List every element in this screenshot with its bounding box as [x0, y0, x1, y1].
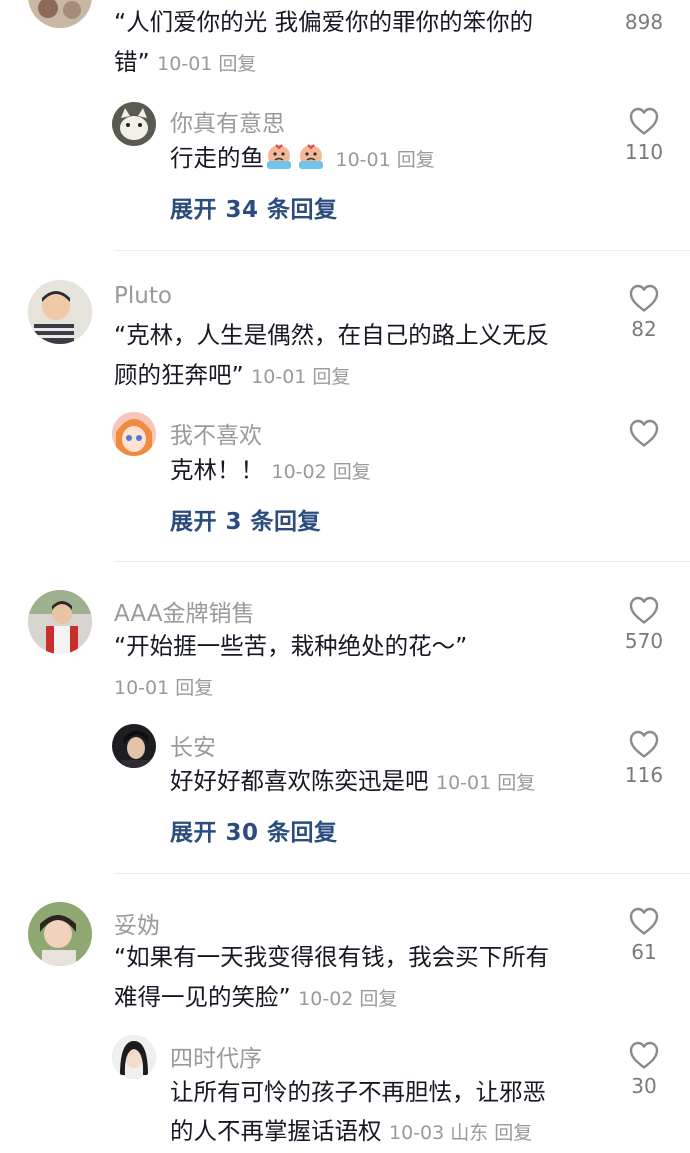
comment-line: “克林，人生是偶然，在自己的路上义无反	[114, 321, 550, 349]
avatar[interactable]	[112, 102, 156, 146]
heart-icon	[628, 906, 660, 936]
comment-meta: 10-01 回复	[157, 53, 256, 75]
reply-date: 10-03	[388, 1122, 445, 1144]
comment-meta: 10-01 回复	[114, 677, 213, 699]
avatar[interactable]	[28, 280, 92, 344]
comment-meta-line: 10-01 回复	[114, 666, 213, 708]
reply-button[interactable]: 回复	[312, 366, 350, 388]
reply-button[interactable]: 回复	[333, 461, 371, 483]
comment-line: “人们爱你的光 我偏爱你的罪你的笨你的	[114, 8, 534, 36]
username[interactable]: Pluto	[114, 283, 172, 309]
avatar[interactable]	[28, 590, 92, 654]
like-count: 61	[631, 940, 657, 964]
comment-text-continued: 难得一见的笑脸” 10-02 回复	[114, 977, 397, 1019]
reply-meta: 10-02 回复	[271, 461, 370, 483]
reply-meta: 10-01 回复	[436, 772, 535, 794]
like-count: 110	[624, 140, 664, 164]
crying-face-emoji-icon	[264, 143, 294, 171]
expand-replies-button[interactable]: 展开 34 条回复	[170, 190, 338, 224]
reply-text: 好好好都喜欢陈奕迅是吧 10-01 回复	[170, 761, 535, 803]
comment-text-continued: 错” 10-01 回复	[114, 42, 256, 84]
like-count: 898	[624, 10, 664, 34]
like-count: 82	[631, 317, 657, 341]
like-button[interactable]: 116	[614, 729, 674, 787]
reply-button[interactable]: 回复	[494, 1122, 532, 1144]
reply-meta: 10-03 山东 回复	[389, 1122, 532, 1144]
comment-text-continued: 顾的狂奔吧” 10-01 回复	[114, 355, 350, 397]
comment-text: “克林，人生是偶然，在自己的路上义无反	[114, 315, 549, 355]
reply-date: 10-01	[335, 149, 391, 171]
like-button[interactable]: 82	[614, 283, 674, 341]
like-button[interactable]: 30	[614, 1040, 674, 1098]
username[interactable]: 妥妫	[114, 906, 160, 940]
avatar[interactable]	[112, 724, 156, 768]
comment-line: “如果有一天我变得很有钱，我会买下所有	[114, 943, 550, 971]
comment-date: 10-01	[114, 677, 170, 699]
heart-icon	[628, 729, 660, 759]
like-button[interactable]: 898	[614, 10, 674, 34]
comment-meta: 10-02 回复	[298, 988, 397, 1010]
comment-line: 顾的狂奔吧”	[114, 361, 244, 389]
reply-button[interactable]: 回复	[359, 988, 397, 1010]
like-count: 570	[624, 629, 664, 653]
like-button[interactable]: 61	[614, 906, 674, 964]
divider	[114, 250, 690, 251]
expand-replies-button[interactable]: 展开 3 条回复	[170, 502, 321, 536]
expand-replies-button[interactable]: 展开 30 条回复	[170, 813, 338, 847]
reply-text: 克林！！ 10-02 回复	[170, 450, 371, 492]
reply-line: 的人不再掌握话语权	[170, 1117, 382, 1145]
divider	[114, 561, 690, 562]
reply-button[interactable]: 回复	[497, 772, 535, 794]
reply-date: 10-01	[435, 772, 492, 794]
like-button[interactable]	[614, 418, 674, 448]
reply-text: 让所有可怜的孩子不再胆怯，让邪恶	[170, 1072, 546, 1112]
reply-line: 克林！！	[170, 456, 264, 484]
username[interactable]: 长安	[170, 728, 216, 762]
avatar[interactable]	[112, 1035, 156, 1079]
heart-icon	[628, 418, 660, 448]
username[interactable]: 我不喜欢	[170, 416, 262, 450]
reply-line: 好好好都喜欢陈奕迅是吧	[170, 767, 429, 795]
comment-date: 10-01	[157, 53, 213, 75]
reply-button[interactable]: 回复	[397, 149, 435, 171]
avatar[interactable]	[28, 0, 92, 28]
comment-line: 难得一见的笑脸”	[114, 983, 291, 1011]
avatar[interactable]	[28, 902, 92, 966]
username[interactable]: 你真有意思	[170, 104, 285, 138]
comment-date: 10-02	[298, 988, 354, 1010]
avatar[interactable]	[112, 412, 156, 456]
comment-meta: 10-01 回复	[251, 366, 350, 388]
like-button[interactable]: 110	[614, 106, 674, 164]
reply-date: 10-02	[271, 461, 327, 483]
reply-text: 行走的鱼 10-01 回复	[170, 138, 435, 180]
comment-line: 错”	[114, 48, 150, 76]
username[interactable]: 四时代序	[170, 1039, 262, 1073]
like-count: 116	[624, 763, 664, 787]
divider	[114, 873, 690, 874]
heart-icon	[628, 595, 660, 625]
username[interactable]: AAA金牌销售	[114, 594, 254, 628]
reply-location: 山东	[450, 1122, 489, 1144]
like-count: 30	[631, 1074, 657, 1098]
reply-meta: 10-01 回复	[335, 149, 434, 171]
heart-icon	[628, 283, 660, 313]
heart-icon	[628, 106, 660, 136]
reply-button[interactable]: 回复	[175, 677, 213, 699]
comment-text: “开始捱一些苦，栽种绝处的花～”	[114, 626, 467, 666]
reply-button[interactable]: 回复	[218, 53, 256, 75]
heart-icon	[628, 1040, 660, 1070]
reply-line: 让所有可怜的孩子不再胆怯，让邪恶	[170, 1078, 546, 1106]
crying-face-emoji-icon	[296, 143, 326, 171]
like-button[interactable]: 570	[614, 595, 674, 653]
comment-date: 10-01	[251, 366, 307, 388]
comment-text: “如果有一天我变得很有钱，我会买下所有	[114, 937, 549, 977]
comment-text: “人们爱你的光 我偏爱你的罪你的笨你的	[114, 2, 533, 42]
comment-line: “开始捱一些苦，栽种绝处的花～”	[114, 632, 468, 660]
reply-text-continued: 的人不再掌握话语权 10-03 山东 回复	[170, 1111, 532, 1153]
reply-line: 行走的鱼	[170, 144, 264, 172]
